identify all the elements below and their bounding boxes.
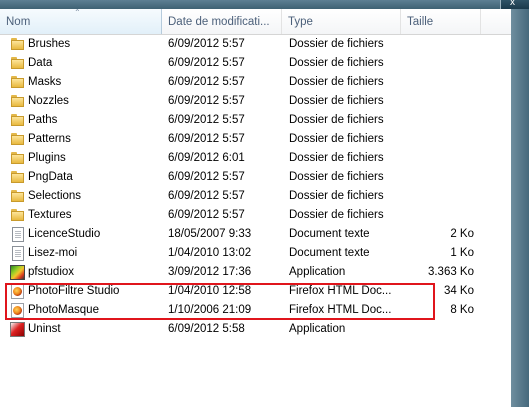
column-header-date[interactable]: Date de modificati... (162, 9, 282, 34)
file-name: Patterns (28, 133, 71, 145)
file-type: Document texte (289, 247, 370, 259)
text-document-icon (12, 246, 24, 261)
file-type: Dossier de fichiers (289, 152, 384, 164)
column-header-bar: ⌃ Nom Date de modificati... Type Taille (0, 9, 511, 35)
file-type: Dossier de fichiers (289, 95, 384, 107)
table-row[interactable]: pfstudiox 3/09/2012 17:36 Application 3.363… (0, 263, 511, 282)
application-icon (10, 265, 25, 280)
file-date: 6/09/2012 5:57 (168, 190, 245, 202)
file-date: 6/09/2012 6:01 (168, 152, 245, 164)
file-name: Paths (28, 114, 58, 126)
table-row[interactable]: Data 6/09/2012 5:57 Dossier de fichiers (0, 54, 511, 73)
file-type: Dossier de fichiers (289, 209, 384, 221)
file-size (405, 187, 474, 206)
file-type: Dossier de fichiers (289, 76, 384, 88)
file-date: 6/09/2012 5:58 (168, 323, 245, 335)
table-row[interactable]: Patterns 6/09/2012 5:57 Dossier de fichier… (0, 130, 511, 149)
table-row[interactable]: Nozzles 6/09/2012 5:57 Dossier de fichiers (0, 92, 511, 111)
folder-icon (10, 113, 25, 128)
file-size: 1 Ko (450, 247, 474, 259)
file-type: Dossier de fichiers (289, 57, 384, 69)
file-size: 3.363 Ko (427, 266, 474, 278)
table-row[interactable]: Lisez-moi 1/04/2010 13:02 Document texte 1 … (0, 244, 511, 263)
close-button[interactable]: x (500, 0, 529, 9)
file-date: 6/09/2012 5:57 (168, 95, 245, 107)
folder-icon (10, 56, 25, 71)
table-row[interactable]: Selections 6/09/2012 5:57 Dossier de fichi… (0, 187, 511, 206)
column-header-size-label: Taille (407, 16, 434, 28)
folder-icon (10, 151, 25, 166)
uninstall-icon (10, 322, 25, 337)
column-header-type-label: Type (288, 16, 313, 28)
file-size (405, 149, 474, 168)
column-header-name-label: Nom (6, 16, 31, 28)
table-row[interactable]: Uninst 6/09/2012 5:58 Application (0, 320, 511, 339)
folder-icon (10, 94, 25, 109)
close-icon: x (510, 0, 515, 8)
table-row[interactable]: Paths 6/09/2012 5:57 Dossier de fichiers (0, 111, 511, 130)
file-date: 3/09/2012 17:36 (168, 266, 252, 278)
file-date: 6/09/2012 5:57 (168, 209, 245, 221)
file-date: 18/05/2007 9:33 (168, 228, 252, 240)
table-row[interactable]: Plugins 6/09/2012 6:01 Dossier de fichiers (0, 149, 511, 168)
file-name: Data (28, 57, 53, 69)
table-row[interactable]: Masks 6/09/2012 5:57 Dossier de fichiers (0, 73, 511, 92)
file-name: pfstudiox (28, 266, 75, 278)
file-date: 6/09/2012 5:57 (168, 114, 245, 126)
file-size (405, 92, 474, 111)
table-row[interactable]: PngData 6/09/2012 5:57 Dossier de fichiers (0, 168, 511, 187)
file-name: PngData (28, 171, 73, 183)
file-type: Dossier de fichiers (289, 38, 384, 50)
file-size (405, 130, 474, 149)
table-row[interactable]: LicenceStudio 18/05/2007 9:33 Document tex… (0, 225, 511, 244)
file-name: Selections (28, 190, 82, 202)
folder-icon (10, 37, 25, 52)
file-size (405, 320, 474, 339)
text-document-icon (12, 227, 24, 242)
file-type: Application (289, 266, 346, 278)
folder-icon (10, 75, 25, 90)
file-type: Dossier de fichiers (289, 133, 384, 145)
column-header-date-label: Date de modificati... (168, 16, 270, 28)
file-size (405, 73, 474, 92)
annotation-highlight-box (5, 283, 435, 320)
file-name: Uninst (28, 323, 61, 335)
file-size (405, 168, 474, 187)
file-date: 6/09/2012 5:57 (168, 57, 245, 69)
column-header-type[interactable]: Type (282, 9, 401, 34)
file-size (405, 54, 474, 73)
file-name: Brushes (28, 38, 71, 50)
file-date: 6/09/2012 5:57 (168, 76, 245, 88)
file-size (405, 206, 474, 225)
file-name: Masks (28, 76, 62, 88)
file-date: 1/04/2010 13:02 (168, 247, 252, 259)
column-header-size[interactable]: Taille (401, 9, 481, 34)
folder-icon (10, 189, 25, 204)
file-date: 6/09/2012 5:57 (168, 133, 245, 145)
folder-icon (10, 170, 25, 185)
file-size (405, 35, 474, 54)
table-row[interactable]: Brushes 6/09/2012 5:57 Dossier de fichiers (0, 35, 511, 54)
column-header-name[interactable]: ⌃ Nom (0, 9, 162, 34)
table-row[interactable]: Textures 6/09/2012 5:57 Dossier de fichier… (0, 206, 511, 225)
file-type: Dossier de fichiers (289, 114, 384, 126)
file-size: 2 Ko (450, 228, 474, 240)
file-type: Document texte (289, 228, 370, 240)
file-name: Plugins (28, 152, 66, 164)
file-name: Nozzles (28, 95, 69, 107)
file-date: 6/09/2012 5:57 (168, 38, 245, 50)
folder-icon (10, 208, 25, 223)
folder-icon (10, 132, 25, 147)
file-name: Lisez-moi (28, 247, 78, 259)
window-frame-right (511, 0, 529, 407)
file-size (405, 111, 474, 130)
sort-ascending-icon: ⌃ (74, 8, 81, 17)
file-name: LicenceStudio (28, 228, 101, 240)
file-type: Application (289, 323, 346, 335)
file-name: Textures (28, 209, 72, 221)
file-list-view: ⌃ Nom Date de modificati... Type Taille … (0, 9, 511, 407)
file-date: 6/09/2012 5:57 (168, 171, 245, 183)
file-type: Dossier de fichiers (289, 171, 384, 183)
file-type: Dossier de fichiers (289, 190, 384, 202)
